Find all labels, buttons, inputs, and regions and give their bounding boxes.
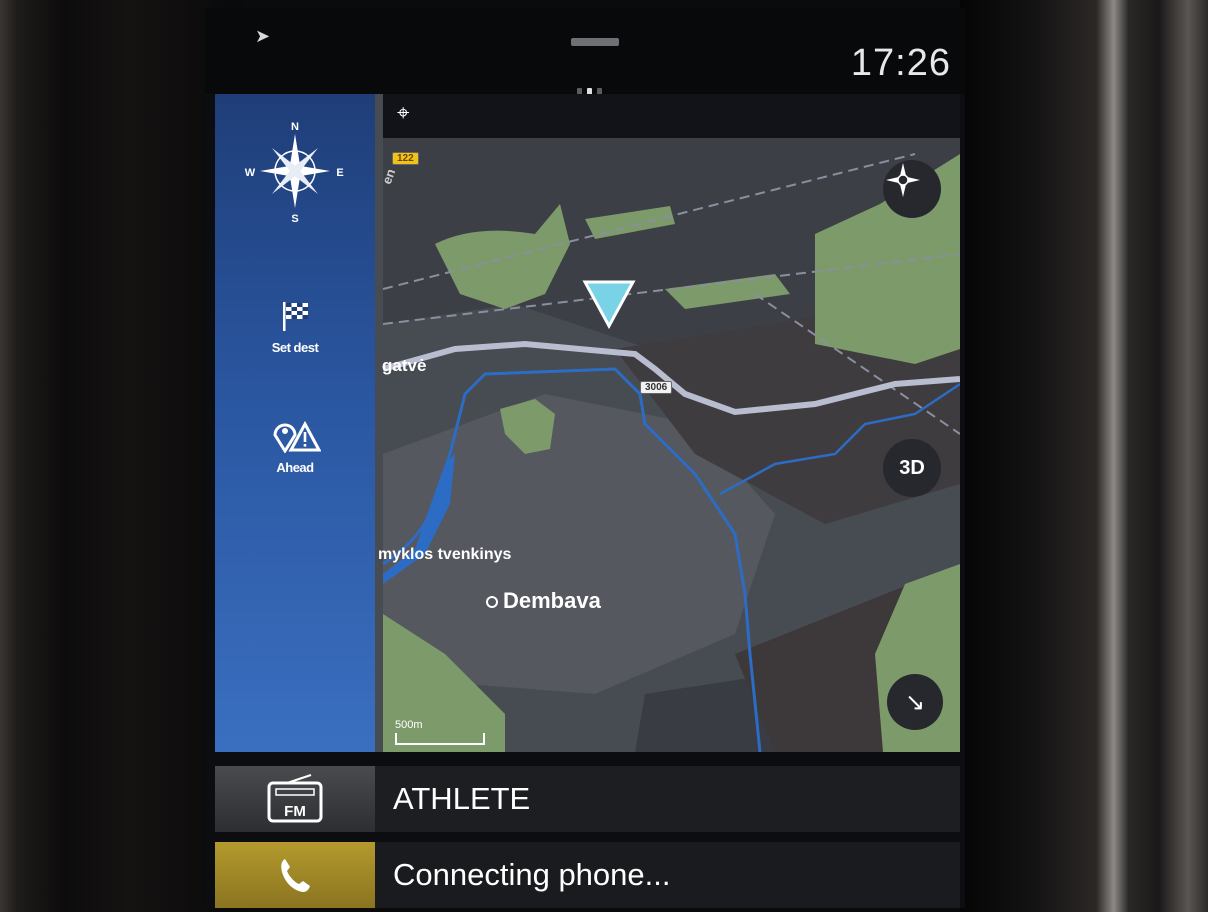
compass-rose-icon: N S W E	[245, 121, 344, 225]
set-destination-label: Set dest	[271, 340, 319, 355]
phone-status: Connecting phone...	[393, 857, 671, 892]
pond-label: myklos tvenkinys	[378, 546, 512, 563]
road-shield: 122	[392, 152, 419, 165]
compass-icon	[886, 163, 920, 197]
arrow-down-right-icon: ↘	[904, 688, 926, 716]
status-bar: ➤ 17:26	[205, 8, 965, 96]
svg-text:E: E	[336, 167, 343, 179]
map-top-bar: ⌖	[383, 94, 960, 138]
location-target-icon[interactable]: ⌖	[397, 100, 409, 126]
station-name: ATHLETE	[393, 781, 531, 816]
phone-button[interactable]	[215, 842, 375, 908]
scale-bar	[395, 733, 485, 745]
view-mode-button[interactable]: 3D	[883, 439, 941, 497]
clock: 17:26	[850, 42, 951, 84]
scale-label: 500m	[395, 719, 423, 731]
svg-text:W: W	[245, 167, 256, 179]
phone-icon	[281, 859, 310, 892]
dashboard-trim-right	[960, 0, 1208, 912]
ahead-button[interactable]: Ahead	[215, 419, 375, 475]
svg-text:S: S	[291, 213, 298, 225]
infotainment-screen: ➤ 17:26 ⌖ 122 en gatvė 3006 myklos tvenk…	[205, 8, 965, 908]
dashboard-trim-left	[0, 0, 215, 912]
ahead-label: Ahead	[276, 460, 314, 475]
compass-rose-button[interactable]: N S W E	[215, 116, 375, 229]
road-shield: 3006	[640, 381, 673, 394]
set-destination-button[interactable]: Set dest	[215, 299, 375, 355]
radio-source-button[interactable]: FM	[215, 766, 375, 832]
fm-label: FM	[284, 803, 306, 820]
checkered-flag-icon	[283, 302, 308, 331]
street-label: gatvė	[382, 356, 427, 375]
north-compass-button[interactable]	[883, 160, 941, 218]
map-scale: 500m	[395, 719, 485, 745]
phone-tile[interactable]: Connecting phone...	[215, 842, 960, 908]
media-tile[interactable]: FM ATHLETE	[215, 766, 960, 832]
svg-text:N: N	[291, 121, 299, 133]
city-label: Dembava	[503, 588, 601, 613]
expand-map-button[interactable]: ↘	[887, 674, 943, 730]
navigation-side-panel: N S W E Set dest Ahead	[215, 94, 375, 752]
navigation-arrow-icon: ➤	[255, 26, 271, 46]
location-warning-icon	[273, 420, 322, 454]
radio-fm-icon: FM	[267, 774, 323, 823]
pull-down-handle[interactable]	[571, 38, 619, 46]
